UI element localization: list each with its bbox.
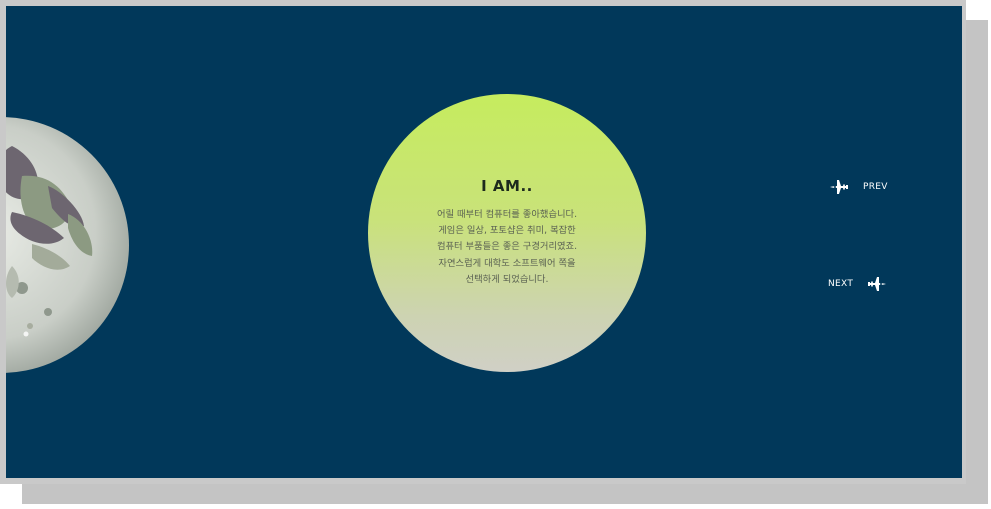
intro-line: 게임은 일상, 포토샵은 취미, 복잡한: [438, 225, 576, 237]
moon-icon: [6, 117, 129, 373]
intro-text: 어릴 때부터 컴퓨터를 좋아했습니다. 게임은 일상, 포토샵은 취미, 복잡한…: [418, 207, 596, 288]
intro-title: I AM..: [481, 177, 533, 195]
rocket-left-icon: [830, 180, 848, 194]
intro-line: 컴퓨터 부품들은 좋은 구경거리였죠.: [436, 241, 578, 253]
prev-button[interactable]: PREV: [829, 177, 888, 197]
next-label: NEXT: [828, 279, 854, 289]
page-frame: I AM.. 어릴 때부터 컴퓨터를 좋아했습니다. 게임은 일상, 포토샵은 …: [0, 0, 966, 484]
intro-line: 어릴 때부터 컴퓨터를 좋아했습니다.: [436, 209, 578, 220]
main-stage: I AM.. 어릴 때부터 컴퓨터를 좋아했습니다. 게임은 일상, 포토샵은 …: [6, 6, 962, 478]
intro-line: 자연스럽게 대학도 소프트웨어 쪽을: [438, 257, 576, 269]
intro-bubble: I AM.. 어릴 때부터 컴퓨터를 좋아했습니다. 게임은 일상, 포토샵은 …: [368, 94, 646, 372]
intro-line: 선택하게 되었습니다.: [465, 273, 549, 285]
rocket-right-icon: [868, 277, 887, 291]
next-button[interactable]: NEXT: [828, 274, 887, 294]
prev-label: PREV: [863, 182, 888, 192]
